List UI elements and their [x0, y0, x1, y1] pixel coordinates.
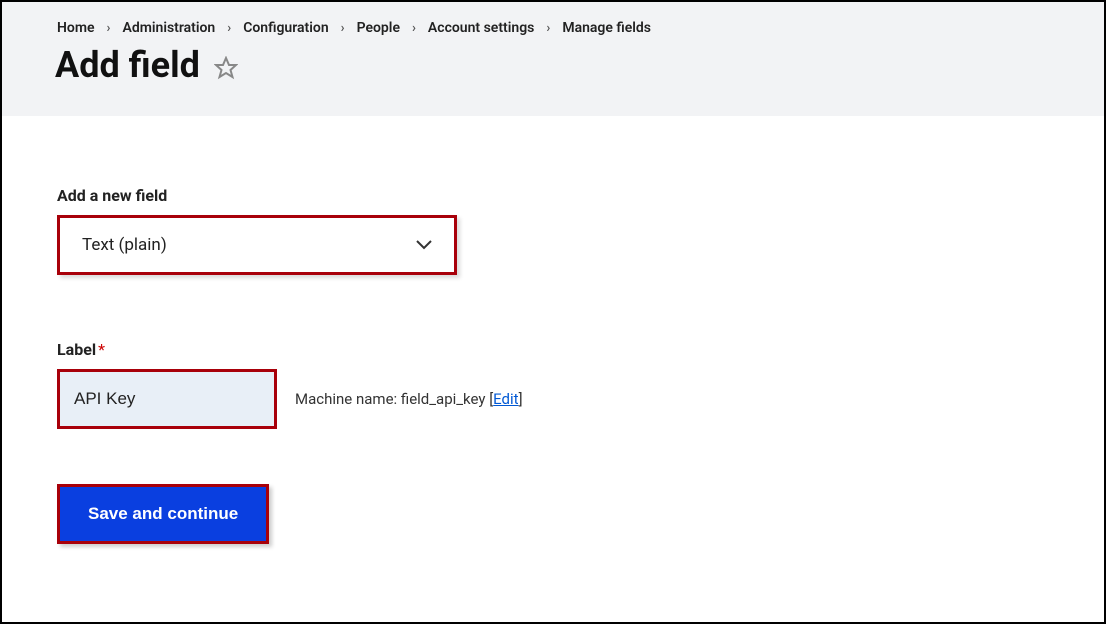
field-type-section: Add a new field Text (plain) [57, 186, 1049, 275]
required-asterisk: * [98, 340, 105, 359]
machine-name-prefix: Machine name: [295, 390, 401, 408]
field-type-selected-value: Text (plain) [82, 235, 167, 255]
breadcrumb-item-home[interactable]: Home [57, 20, 95, 36]
breadcrumb-item-people[interactable]: People [357, 20, 400, 36]
machine-name-text: Machine name: field_api_key [Edit] [295, 390, 523, 408]
chevron-down-icon [416, 240, 432, 250]
machine-name-value: field_api_key [401, 390, 486, 408]
field-type-select[interactable]: Text (plain) [57, 215, 457, 275]
label-section: Label* Machine name: field_api_key [Edit… [57, 340, 1049, 429]
header-region: Home › Administration › Configuration › … [2, 2, 1104, 116]
label-heading: Label* [57, 340, 1049, 359]
submit-section: Save and continue [57, 484, 1049, 544]
field-type-label: Add a new field [57, 186, 1049, 205]
breadcrumb-item-account-settings[interactable]: Account settings [428, 20, 534, 36]
label-input[interactable] [57, 369, 277, 429]
breadcrumb-item-administration[interactable]: Administration [122, 20, 215, 36]
main-content: Add a new field Text (plain) Label* Mach… [2, 116, 1104, 544]
label-row: Machine name: field_api_key [Edit] [57, 369, 1049, 429]
star-icon[interactable] [214, 56, 238, 80]
title-row: Add field [2, 36, 1104, 86]
chevron-right-icon: › [341, 21, 345, 36]
breadcrumb-item-configuration[interactable]: Configuration [243, 20, 328, 36]
breadcrumb-item-manage-fields[interactable]: Manage fields [562, 20, 651, 36]
label-heading-text: Label [57, 340, 96, 359]
chevron-right-icon: › [546, 21, 550, 36]
bracket-close: ] [519, 390, 523, 408]
page-title: Add field [55, 44, 200, 86]
save-and-continue-button[interactable]: Save and continue [57, 484, 269, 544]
chevron-right-icon: › [107, 21, 111, 36]
chevron-right-icon: › [227, 21, 231, 36]
edit-machine-name-link[interactable]: Edit [493, 390, 518, 408]
breadcrumb: Home › Administration › Configuration › … [2, 20, 1104, 36]
chevron-right-icon: › [412, 21, 416, 36]
